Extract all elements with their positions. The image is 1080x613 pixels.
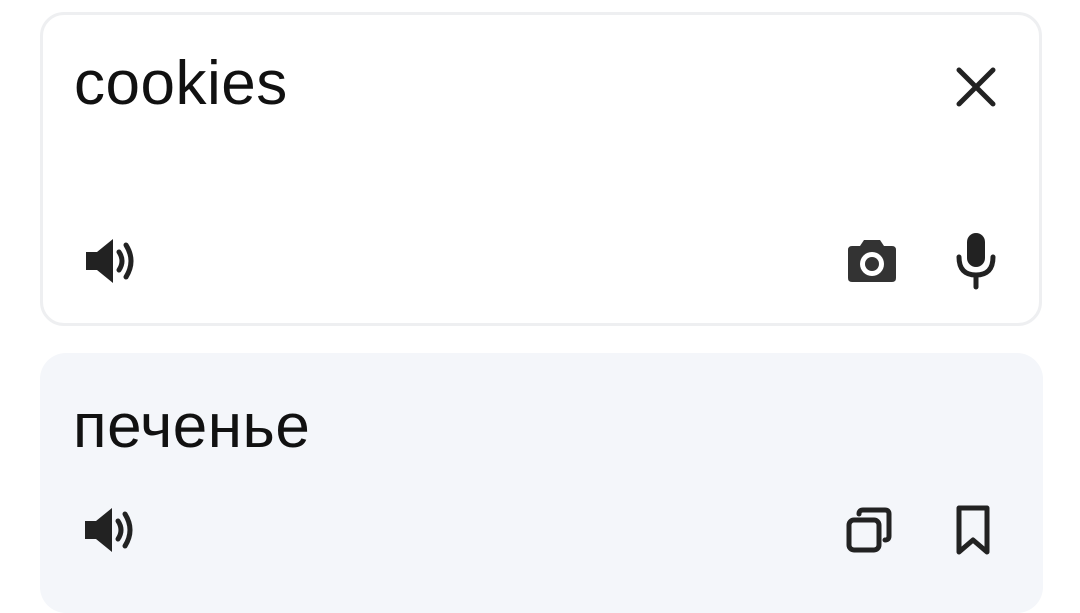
source-text-input[interactable]: cookies xyxy=(74,49,288,119)
camera-icon xyxy=(844,236,900,286)
translation-text: печенье xyxy=(73,392,311,461)
speaker-icon xyxy=(81,504,141,556)
microphone-icon xyxy=(954,231,998,291)
microphone-button[interactable] xyxy=(938,223,1014,299)
speaker-icon xyxy=(82,235,142,287)
copy-translation-button[interactable] xyxy=(831,492,907,568)
bookmark-icon xyxy=(953,504,993,556)
translation-card: печенье xyxy=(40,353,1043,613)
camera-input-button[interactable] xyxy=(834,223,910,299)
clear-text-button[interactable] xyxy=(938,49,1014,125)
source-text-card[interactable]: cookies xyxy=(40,12,1042,326)
translation-listen-button[interactable] xyxy=(73,492,149,568)
source-listen-button[interactable] xyxy=(74,223,150,299)
close-icon xyxy=(951,62,1001,112)
copy-icon xyxy=(843,504,895,556)
save-translation-button[interactable] xyxy=(935,492,1011,568)
